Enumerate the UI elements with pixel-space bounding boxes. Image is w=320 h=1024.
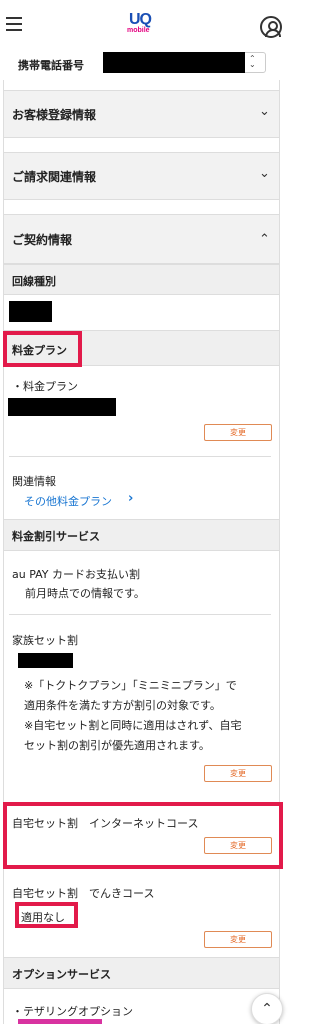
hamburger-menu-icon[interactable] bbox=[6, 17, 22, 33]
plan-heading: 料金プラン bbox=[12, 344, 67, 357]
select-updown-icon: ⌃ ⌄ bbox=[249, 54, 256, 69]
user-account-icon[interactable] bbox=[260, 16, 282, 38]
other-plans-link[interactable]: その他料金プラン bbox=[24, 493, 112, 509]
chevron-down-icon: ⌄ bbox=[259, 104, 270, 119]
au-pay-discount-note: 前月時点での情報です。 bbox=[25, 587, 145, 600]
divider bbox=[9, 614, 271, 615]
uq-logo-mobile-text: mobile bbox=[127, 27, 150, 34]
family-discount-note-3: ※自宅セット割と同時に適用はされず、自宅 bbox=[24, 719, 242, 732]
tethering-status-badge bbox=[18, 1019, 102, 1024]
family-discount-title: 家族セット割 bbox=[12, 634, 78, 647]
chevron-right-icon: › bbox=[128, 491, 134, 506]
line-type-value-redaction bbox=[9, 301, 52, 322]
family-discount-value-redaction bbox=[18, 653, 73, 668]
plan-name-redaction bbox=[8, 398, 116, 416]
accordion-customer-info-label: お客様登録情報 bbox=[12, 108, 97, 122]
family-discount-note-2: 適用条件を満たす方が割引の対象です。 bbox=[24, 699, 221, 712]
related-info-label: 関連情報 bbox=[12, 475, 56, 488]
home-denki-change-button[interactable]: 変更 bbox=[204, 931, 272, 948]
option-services-heading: オプションサービス bbox=[12, 968, 111, 981]
divider bbox=[9, 456, 271, 457]
scroll-to-top-button[interactable]: ⌃ bbox=[251, 993, 283, 1024]
home-internet-discount-title: 自宅セット割 インターネットコース bbox=[12, 817, 199, 830]
family-discount-change-button[interactable]: 変更 bbox=[204, 765, 272, 782]
au-pay-discount-title: au PAY カードお支払い割 bbox=[12, 568, 141, 581]
home-denki-discount-title: 自宅セット割 でんきコース bbox=[12, 887, 155, 900]
phone-number-label: 携帯電話番号 bbox=[18, 59, 84, 72]
phone-number-redaction bbox=[103, 52, 245, 73]
chevron-up-icon: ⌃ bbox=[259, 232, 270, 247]
tethering-option-label: ・テザリングオプション bbox=[12, 1005, 133, 1018]
accordion-contract-info-label: ご契約情報 bbox=[12, 233, 73, 247]
home-internet-discount-highlight bbox=[3, 802, 283, 869]
family-discount-note-1: ※「トクトクプラン」「ミニミニプラン」で bbox=[24, 679, 237, 692]
chevron-down-icon: ⌄ bbox=[259, 166, 270, 181]
plan-change-button[interactable]: 変更 bbox=[204, 424, 272, 441]
plan-item-label: ・料金プラン bbox=[12, 380, 78, 393]
line-type-heading: 回線種別 bbox=[12, 275, 56, 288]
home-denki-status: 適用なし bbox=[21, 911, 65, 924]
accordion-billing-info-label: ご請求関連情報 bbox=[12, 170, 97, 184]
family-discount-note-4: セット割の割引が優先適用されます。 bbox=[24, 739, 210, 752]
discount-heading: 料金割引サービス bbox=[12, 530, 100, 543]
chevron-up-icon: ⌃ bbox=[261, 1001, 273, 1017]
home-internet-change-button[interactable]: 変更 bbox=[204, 837, 272, 854]
